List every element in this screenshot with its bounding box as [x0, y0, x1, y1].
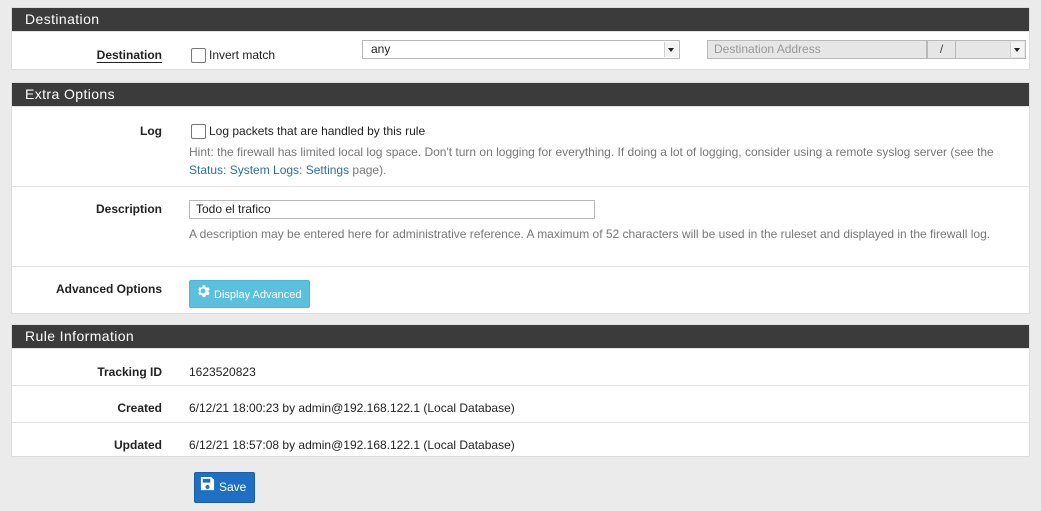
description-row: Description Todo el trafico A descriptio… — [12, 186, 1029, 266]
invert-match-option[interactable]: Invert match — [191, 48, 275, 63]
save-button[interactable]: Save — [194, 472, 256, 503]
tracking-row: Tracking ID 1623520823 — [12, 348, 1029, 385]
extra-options-panel: Extra Options Log Log packets that are h… — [11, 82, 1030, 314]
log-checkbox[interactable] — [191, 124, 206, 139]
updated-row: Updated 6/12/21 18:57:08 by admin@192.16… — [12, 422, 1029, 457]
rule-information-heading: Rule Information — [12, 325, 1029, 348]
gear-icon — [196, 281, 210, 309]
log-label: Log — [140, 124, 162, 138]
description-input[interactable]: Todo el trafico — [189, 200, 595, 219]
tracking-value: 1623520823 — [189, 365, 256, 379]
description-hint: A description may be entered here for ad… — [189, 227, 991, 241]
destination-address-input[interactable]: Destination Address — [707, 40, 927, 59]
destination-row: Destination Invert match any Destination… — [12, 31, 1029, 72]
destination-address-placeholder: Destination Address — [714, 42, 821, 56]
slash-text: / — [939, 42, 944, 56]
updated-value: 6/12/21 18:57:08 by admin@192.168.122.1 … — [189, 438, 515, 452]
destination-label: Destination — [96, 48, 162, 62]
destination-type-value: any — [371, 42, 391, 56]
destination-mask-select[interactable] — [955, 40, 1026, 59]
advanced-options-label: Advanced Options — [55, 282, 162, 296]
created-value: 6/12/21 18:00:23 by admin@192.168.122.1 … — [189, 401, 515, 415]
display-advanced-button[interactable]: Display Advanced — [189, 280, 311, 309]
created-row: Created 6/12/21 18:00:23 by admin@192.16… — [12, 385, 1029, 422]
chevron-down-icon — [664, 42, 678, 57]
description-label: Description — [95, 202, 162, 216]
log-row: Log Log packets that are handled by this… — [12, 106, 1029, 186]
rule-information-panel: Rule Information Tracking ID 1623520823 … — [11, 324, 1030, 457]
destination-panel: Destination Destination Invert match any… — [11, 7, 1030, 70]
destination-type-select[interactable]: any — [362, 40, 680, 59]
extra-options-heading: Extra Options — [12, 83, 1029, 106]
log-hint: Hint: the firewall has limited local log… — [189, 145, 994, 177]
tracking-label: Tracking ID — [97, 365, 162, 379]
save-label: Save — [219, 480, 247, 494]
log-checkbox-label: Log packets that are handled by this rul… — [209, 124, 426, 138]
invert-match-label: Invert match — [209, 48, 276, 62]
destination-slash: / — [927, 40, 956, 59]
description-value: Todo el trafico — [196, 202, 271, 216]
updated-label: Updated — [114, 438, 162, 452]
floppy-disk-icon — [200, 473, 215, 502]
system-logs-settings-link[interactable]: Status: System Logs: Settings — [189, 163, 349, 177]
log-option[interactable]: Log packets that are handled by this rul… — [191, 124, 425, 139]
chevron-down-icon — [1010, 42, 1024, 57]
invert-match-checkbox[interactable] — [191, 48, 206, 63]
display-advanced-label: Display Advanced — [214, 289, 302, 301]
created-label: Created — [117, 401, 162, 415]
advanced-options-row: Advanced Options Display Advanced — [12, 266, 1029, 315]
destination-heading: Destination — [12, 8, 1029, 31]
